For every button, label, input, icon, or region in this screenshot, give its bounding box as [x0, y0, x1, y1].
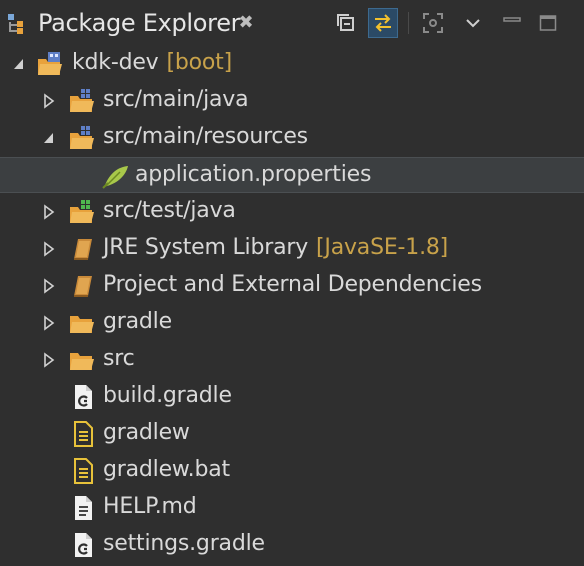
tree-item-label: settings.gradle — [103, 531, 265, 556]
toolbar-separator — [408, 12, 409, 34]
tree-item-label: src/test/java — [103, 198, 236, 223]
link-with-editor-icon[interactable] — [368, 8, 398, 38]
tree-item-src-main-resources[interactable]: src/main/resources — [0, 120, 584, 156]
package-explorer-tab[interactable]: Package Explorer ✖ — [0, 0, 268, 46]
tree-item-label: JRE System Library [JavaSE-1.8] — [103, 235, 448, 260]
gradle-file-icon — [75, 533, 92, 557]
folder-icon — [70, 353, 94, 370]
text-file-icon — [74, 421, 93, 447]
tree-item-label: src — [103, 346, 135, 371]
tree-item-gradle-folder[interactable]: gradle — [0, 305, 584, 341]
test-source-folder-icon — [70, 200, 94, 223]
folder-icon — [70, 316, 94, 333]
tree-item-label: gradlew.bat — [103, 457, 230, 482]
tree-item-label: gradle — [103, 309, 172, 334]
gradle-file-icon — [75, 385, 92, 409]
collapsed-twisty-icon[interactable] — [42, 204, 56, 220]
tree-item-label: build.gradle — [103, 383, 232, 408]
collapsed-twisty-icon[interactable] — [42, 278, 56, 294]
close-icon[interactable]: ✖ — [236, 13, 256, 33]
tree-item-application-properties[interactable]: application.properties — [0, 157, 584, 193]
focus-icon[interactable] — [418, 8, 448, 38]
collapse-all-icon[interactable] — [331, 8, 361, 38]
tree-item-src-folder[interactable]: src — [0, 342, 584, 378]
tree-item-gradlew-bat[interactable]: gradlew.bat — [0, 453, 584, 489]
project-decoration: [boot] — [166, 50, 233, 75]
view-menu-icon[interactable] — [458, 8, 488, 38]
tree-item-label: kdk-dev [boot] — [72, 50, 232, 75]
package-explorer-view: Package Explorer ✖ kdk-dev [boot] src/ma… — [0, 0, 584, 566]
tree-item-build-gradle[interactable]: build.gradle — [0, 379, 584, 415]
collapsed-twisty-icon[interactable] — [42, 241, 56, 257]
library-decoration: [JavaSE-1.8] — [316, 235, 449, 260]
library-icon — [74, 239, 92, 260]
tree-item-jre-system-library[interactable]: JRE System Library [JavaSE-1.8] — [0, 231, 584, 267]
tree-item-project[interactable]: kdk-dev [boot] — [0, 46, 584, 82]
collapsed-twisty-icon[interactable] — [42, 352, 56, 368]
view-tab-bar: Package Explorer ✖ — [0, 0, 584, 46]
tree-item-src-main-java[interactable]: src/main/java — [0, 83, 584, 119]
expanded-twisty-icon[interactable] — [42, 130, 56, 146]
tree-item-label: gradlew — [103, 420, 190, 445]
minimize-icon[interactable] — [497, 8, 527, 38]
file-icon — [75, 496, 92, 520]
source-folder-icon — [70, 89, 94, 112]
source-folder-icon — [70, 126, 94, 149]
text-file-icon — [74, 458, 93, 484]
project-name: kdk-dev — [72, 50, 159, 75]
package-explorer-icon — [8, 14, 23, 34]
library-name: JRE System Library — [103, 235, 309, 260]
tree-item-help-md[interactable]: HELP.md — [0, 490, 584, 526]
tree-item-gradlew[interactable]: gradlew — [0, 416, 584, 452]
expanded-twisty-icon[interactable] — [12, 56, 26, 72]
maximize-icon[interactable] — [533, 8, 563, 38]
library-icon — [74, 276, 92, 297]
tree-item-label: src/main/resources — [103, 124, 308, 149]
tree-item-label: HELP.md — [103, 494, 197, 519]
collapsed-twisty-icon[interactable] — [42, 315, 56, 331]
tree-item-label: Project and External Dependencies — [103, 272, 482, 297]
project-icon — [38, 52, 62, 75]
collapsed-twisty-icon[interactable] — [42, 93, 56, 109]
tree-item-settings-gradle[interactable]: settings.gradle — [0, 527, 584, 563]
properties-file-icon — [102, 166, 128, 189]
tree-item-label: src/main/java — [103, 87, 249, 112]
view-title: Package Explorer — [38, 9, 241, 37]
tree-item-src-test-java[interactable]: src/test/java — [0, 194, 584, 230]
tree-item-label: application.properties — [135, 162, 372, 187]
tree-item-project-external-dependencies[interactable]: Project and External Dependencies — [0, 268, 584, 304]
